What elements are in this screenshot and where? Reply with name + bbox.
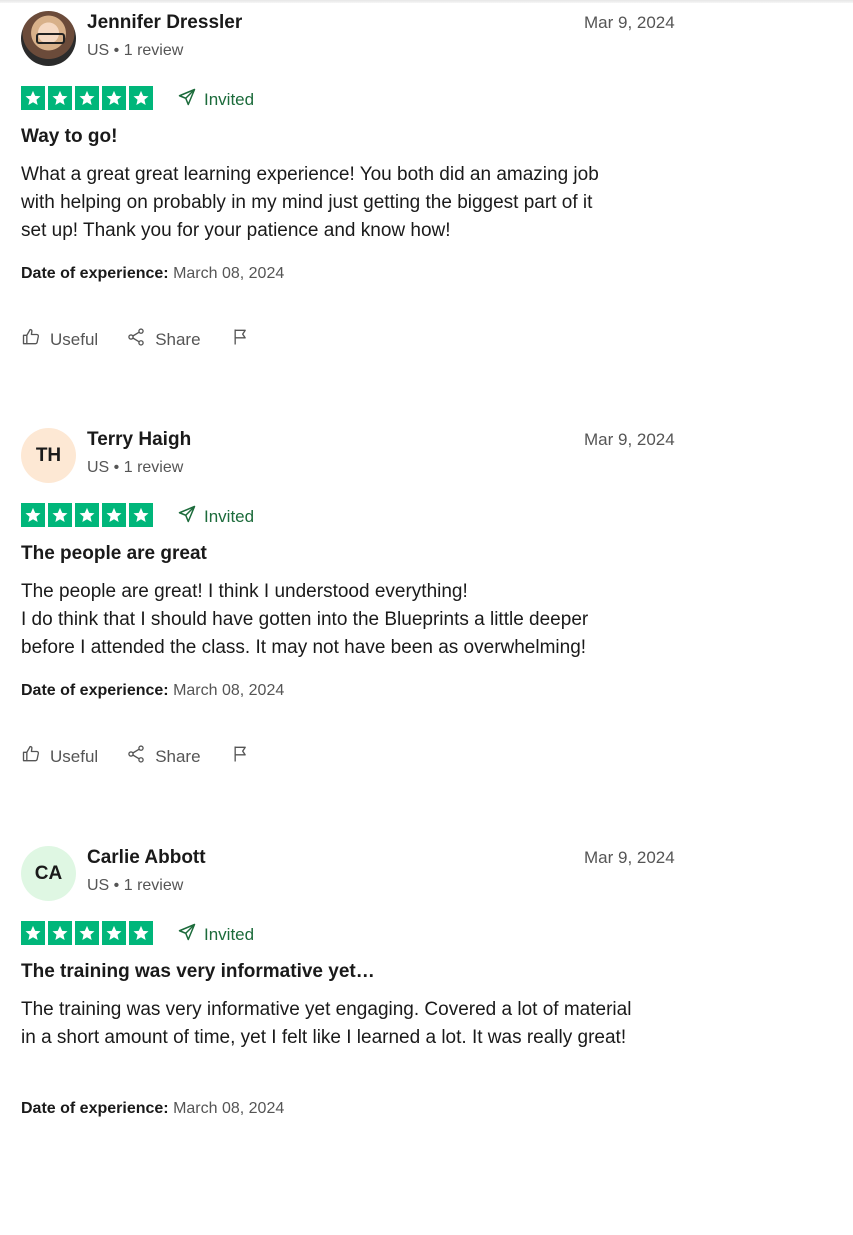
share-label: Share bbox=[155, 329, 201, 349]
paper-plane-icon bbox=[177, 504, 197, 529]
review-body-line: The people are great! I think I understo… bbox=[21, 581, 468, 602]
share-label: Share bbox=[155, 746, 201, 766]
review-body-line: in a short amount of time, yet I felt li… bbox=[21, 1027, 627, 1048]
share-button[interactable]: Share bbox=[126, 744, 201, 769]
star-icon bbox=[129, 86, 153, 110]
invited-label: Invited bbox=[204, 924, 255, 944]
flag-icon bbox=[231, 327, 251, 352]
review-body-line: What a great great learning experience! … bbox=[21, 164, 599, 185]
review-date: Mar 9, 2024 bbox=[584, 430, 675, 449]
useful-button[interactable]: Useful bbox=[21, 327, 98, 352]
experience-label: Date of experience: bbox=[21, 1100, 169, 1117]
review-date: Mar 9, 2024 bbox=[584, 848, 675, 867]
avatar-initials: TH bbox=[35, 444, 62, 466]
review-body-line: set up! Thank you for your patience and … bbox=[21, 220, 451, 241]
review-body-line: The training was very informative yet en… bbox=[21, 999, 632, 1020]
share-icon bbox=[126, 744, 146, 769]
review-actions: Useful Share bbox=[21, 327, 251, 352]
reviewer-name[interactable]: Terry Haigh bbox=[87, 429, 191, 451]
star-icon bbox=[75, 503, 99, 527]
share-button[interactable]: Share bbox=[126, 327, 201, 352]
review-date: Mar 9, 2024 bbox=[584, 13, 675, 32]
star-icon bbox=[75, 921, 99, 945]
review-card: Jennifer Dressler US • 1 review Mar 9, 202… bbox=[0, 0, 853, 400]
star-rating bbox=[21, 503, 153, 527]
review-body-line: before I attended the class. It may not … bbox=[21, 637, 587, 658]
report-button[interactable] bbox=[231, 744, 251, 769]
star-icon bbox=[102, 86, 126, 110]
experience-label: Date of experience: bbox=[21, 682, 169, 699]
star-icon bbox=[21, 503, 45, 527]
useful-label: Useful bbox=[50, 329, 99, 349]
paper-plane-icon bbox=[177, 87, 197, 112]
invited-badge[interactable]: Invited bbox=[177, 87, 254, 112]
review-card: TH Terry Haigh US • 1 review Mar 9, 2024 Inv… bbox=[0, 417, 853, 817]
thumbs-up-icon bbox=[21, 744, 41, 769]
report-button[interactable] bbox=[231, 327, 251, 352]
avatar-glasses bbox=[36, 33, 65, 44]
avatar[interactable]: TH bbox=[21, 428, 76, 483]
star-icon bbox=[102, 921, 126, 945]
review-card: CA Carlie Abbott US • 1 review Mar 9, 2024 I… bbox=[0, 835, 853, 1235]
invited-label: Invited bbox=[204, 89, 255, 109]
reviewer-name[interactable]: Carlie Abbott bbox=[87, 847, 206, 869]
star-icon bbox=[129, 921, 153, 945]
star-icon bbox=[75, 86, 99, 110]
review-title[interactable]: The training was very informative yet… bbox=[21, 961, 375, 983]
star-rating bbox=[21, 86, 153, 110]
reviewer-meta: US • 1 review bbox=[87, 42, 184, 59]
avatar[interactable] bbox=[21, 11, 76, 66]
star-icon bbox=[48, 86, 72, 110]
reviewer-meta: US • 1 review bbox=[87, 877, 184, 894]
star-icon bbox=[21, 921, 45, 945]
star-icon bbox=[48, 503, 72, 527]
reviewer-meta: US • 1 review bbox=[87, 459, 184, 476]
experience-label: Date of experience: bbox=[21, 265, 169, 282]
star-icon bbox=[102, 503, 126, 527]
review-title[interactable]: Way to go! bbox=[21, 126, 117, 148]
avatar[interactable]: CA bbox=[21, 846, 76, 901]
star-icon bbox=[48, 921, 72, 945]
invited-badge[interactable]: Invited bbox=[177, 922, 254, 947]
star-rating bbox=[21, 921, 153, 945]
share-icon bbox=[126, 327, 146, 352]
avatar-initials: CA bbox=[34, 862, 63, 884]
experience-value: March 08, 2024 bbox=[173, 1100, 285, 1117]
review-body-line: with helping on probably in my mind just… bbox=[21, 192, 593, 213]
review-body: The training was very informative yet en… bbox=[21, 996, 701, 1052]
review-body: What a great great learning experience! … bbox=[21, 161, 701, 245]
date-of-experience: Date of experience: March 08, 2024 bbox=[21, 1100, 284, 1118]
useful-label: Useful bbox=[50, 746, 99, 766]
invited-badge[interactable]: Invited bbox=[177, 504, 254, 529]
review-body: The people are great! I think I understo… bbox=[21, 578, 701, 662]
invited-label: Invited bbox=[204, 506, 255, 526]
experience-value: March 08, 2024 bbox=[173, 682, 285, 699]
experience-value: March 08, 2024 bbox=[173, 265, 285, 282]
review-body-line: I do think that I should have gotten int… bbox=[21, 609, 589, 630]
thumbs-up-icon bbox=[21, 327, 41, 352]
useful-button[interactable]: Useful bbox=[21, 744, 98, 769]
date-of-experience: Date of experience: March 08, 2024 bbox=[21, 265, 284, 283]
star-icon bbox=[21, 86, 45, 110]
paper-plane-icon bbox=[177, 922, 197, 947]
review-title[interactable]: The people are great bbox=[21, 543, 207, 565]
review-actions: Useful Share bbox=[21, 744, 251, 769]
reviewer-name[interactable]: Jennifer Dressler bbox=[87, 12, 242, 34]
star-icon bbox=[129, 503, 153, 527]
flag-icon bbox=[231, 744, 251, 769]
date-of-experience: Date of experience: March 08, 2024 bbox=[21, 682, 284, 700]
